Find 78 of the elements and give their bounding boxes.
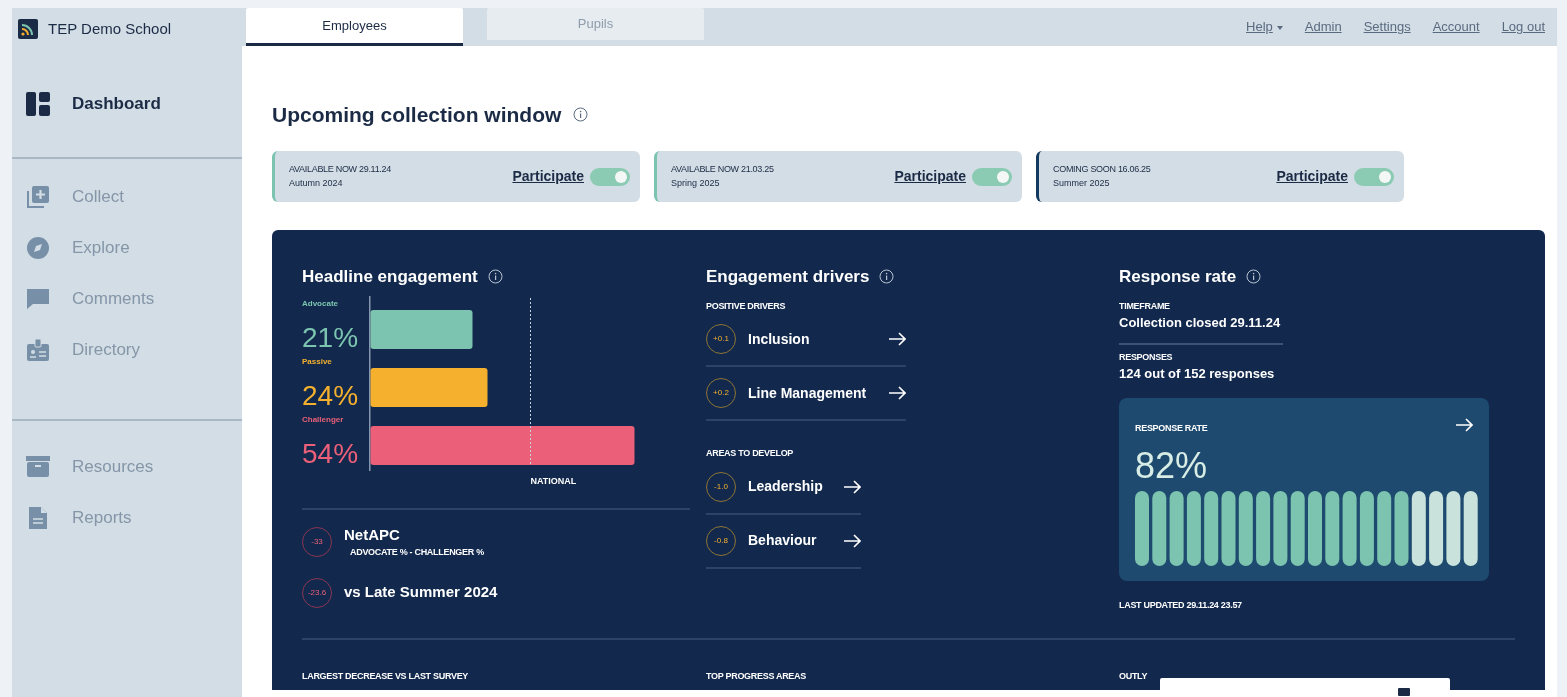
response-rate-card[interactable]: RESPONSE RATE 82%: [1119, 397, 1489, 581]
nav-link-item[interactable]: Help: [1246, 17, 1283, 37]
document-icon: [26, 505, 50, 530]
school-name: TEP Demo School: [48, 18, 172, 39]
logo-icon: [18, 19, 38, 39]
driver-label: Behaviour: [748, 531, 817, 551]
window-status: AVAILABLE NOW 21.03.25: [671, 163, 774, 177]
nav-link-item[interactable]: Account: [1432, 17, 1480, 37]
tab[interactable]: Employees: [246, 8, 463, 46]
toggle-switch[interactable]: [590, 167, 630, 186]
window-season: Spring 2025: [671, 176, 721, 190]
section-title: Response rate: [1119, 266, 1237, 289]
tab[interactable]: Pupils: [487, 8, 704, 40]
participate-link[interactable]: Participate: [894, 166, 966, 188]
participate-link[interactable]: Participate: [1276, 166, 1348, 188]
stat-title: vs Late Summer 2024: [344, 582, 498, 603]
info-icon: [879, 269, 895, 285]
info-icon: [573, 107, 589, 123]
sidebar-item[interactable]: Resources: [12, 441, 242, 492]
arrow-icon: [843, 477, 861, 496]
category-label: Passive: [302, 356, 332, 366]
field-value: Collection closed 29.11.24: [1119, 314, 1282, 333]
id-badge-icon: [26, 337, 50, 362]
driver-row[interactable]: -1.0 Leadership: [706, 460, 861, 515]
last-updated: LAST UPDATED 29.11.24 23.57: [1119, 598, 1243, 612]
group-heading: AREAS TO DEVELOP: [706, 447, 795, 461]
section-heading: OUTLY: [1119, 671, 1148, 682]
sidebar-item[interactable]: Reports: [12, 492, 242, 543]
section-heading: TOP PROGRESS AREAS: [706, 671, 806, 682]
add-square-icon: [26, 184, 50, 209]
nav-link-item[interactable]: Settings: [1363, 17, 1411, 37]
sidebar-item[interactable]: Explore: [12, 222, 242, 273]
info-icon: [1246, 269, 1262, 285]
value-label: 21%: [302, 321, 359, 353]
driver-label: Inclusion: [748, 329, 810, 349]
section-title: Engagement drivers: [706, 266, 870, 289]
driver-row[interactable]: -0.8 Behaviour: [706, 514, 861, 569]
national-label: NATIONAL: [530, 475, 577, 486]
toggle-switch[interactable]: [972, 167, 1012, 186]
sidebar-item[interactable]: Collect: [12, 171, 242, 222]
category-label: Challenger: [302, 414, 344, 424]
section-title: Headline engagement: [302, 266, 478, 289]
field-label: TIMEFRAME: [1119, 299, 1171, 313]
arrow-icon: [843, 531, 861, 550]
window-status: AVAILABLE NOW 29.11.24: [289, 163, 391, 177]
arrow-icon: [1455, 415, 1473, 434]
info-icon: [487, 269, 503, 285]
window-season: Autumn 2024: [289, 176, 344, 190]
field-label: RESPONSES: [1119, 350, 1174, 364]
nav-link-item[interactable]: Log out: [1501, 17, 1545, 37]
participate-link[interactable]: Participate: [512, 166, 584, 188]
driver-row[interactable]: +0.1 Inclusion: [706, 313, 906, 368]
field-value: 124 out of 152 responses: [1119, 365, 1276, 384]
driver-label: Leadership: [748, 477, 823, 497]
group-heading: POSITIVE DRIVERS: [706, 299, 787, 313]
archive-box-icon: [26, 454, 50, 479]
stat-subtitle: ADVOCATE % - CHALLENGER %: [349, 546, 484, 560]
dashboard-icon: [26, 91, 50, 116]
section-heading: LARGEST DECREASE VS LAST SURVEY: [302, 671, 469, 682]
speech-bubble-icon: [26, 286, 50, 311]
driver-label: Line Management: [748, 383, 867, 403]
page-title: Upcoming collection window: [272, 102, 562, 128]
stat-title: NetAPC: [344, 524, 401, 545]
popup-icon: [1398, 688, 1410, 696]
rate-value: 82%: [1135, 445, 1209, 486]
sidebar-item[interactable]: Dashboard: [12, 78, 242, 129]
value-label: 24%: [302, 379, 359, 411]
nav-link-item[interactable]: Admin: [1304, 17, 1342, 37]
driver-row[interactable]: +0.2 Line Management: [706, 367, 906, 422]
sidebar-item[interactable]: Comments: [12, 273, 242, 324]
value-label: 54%: [302, 437, 359, 469]
window-status: COMING SOON 16.06.25: [1053, 163, 1151, 177]
window-season: Summer 2025: [1053, 176, 1111, 190]
sidebar-item[interactable]: Directory: [12, 324, 242, 375]
toggle-switch[interactable]: [1354, 167, 1394, 186]
compass-icon: [26, 235, 50, 260]
card-label: RESPONSE RATE: [1135, 421, 1208, 435]
category-label: Advocate: [302, 298, 338, 308]
